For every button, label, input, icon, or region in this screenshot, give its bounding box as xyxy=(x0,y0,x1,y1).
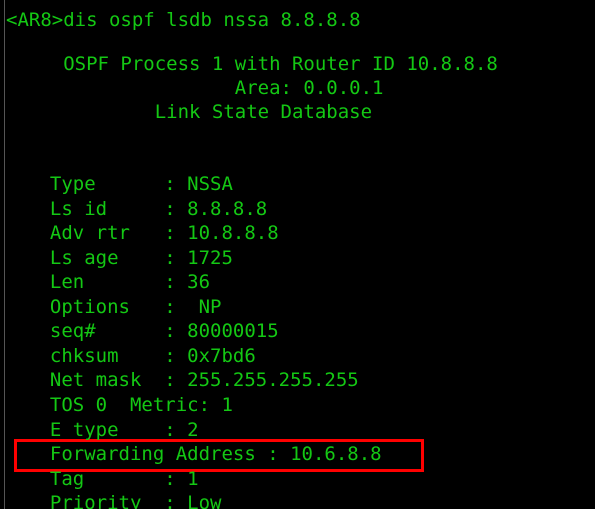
link-state-database-title: Link State Database xyxy=(6,101,373,123)
lsa-field-row: E type : 2 xyxy=(27,418,199,441)
lsa-field-row: chksum : 0x7bd6 xyxy=(27,344,256,367)
lsa-field-row: Options : NP xyxy=(27,295,222,318)
lsa-field-row: TOS 0 Metric: 1 xyxy=(27,393,233,416)
lsa-field-row: seq# : 80000015 xyxy=(27,320,279,343)
lsa-field-row: Net mask : 255.255.255.255 xyxy=(27,369,359,392)
ospf-area-header: Area: 0.0.0.1 xyxy=(6,77,384,99)
ospf-process-header: OSPF Process 1 with Router ID 10.8.8.8 xyxy=(6,53,498,75)
lsa-field-row: Ls id : 8.8.8.8 xyxy=(27,197,268,220)
command-prompt-line: <AR8>dis ospf lsdb nssa 8.8.8.8 xyxy=(6,9,361,31)
scrollback-remnant-text: f xyxy=(0,0,595,7)
lsa-field-row: Tag : 1 xyxy=(27,467,199,490)
lsa-field-row: Type : NSSA xyxy=(27,173,233,195)
terminal-window[interactable]: f <AR8>dis ospf lsdb nssa 8.8.8.8 OSPF P… xyxy=(0,0,595,509)
lsa-field-row: Forwarding Address : 10.6.8.8 xyxy=(27,443,382,466)
window-left-border xyxy=(4,0,5,509)
lsa-field-row: Ls age : 1725 xyxy=(27,246,233,269)
lsa-field-row: Len : 36 xyxy=(27,271,211,294)
lsa-field-row: Priority : Low xyxy=(27,492,222,509)
lsa-field-row: Adv rtr : 10.8.8.8 xyxy=(27,222,279,245)
